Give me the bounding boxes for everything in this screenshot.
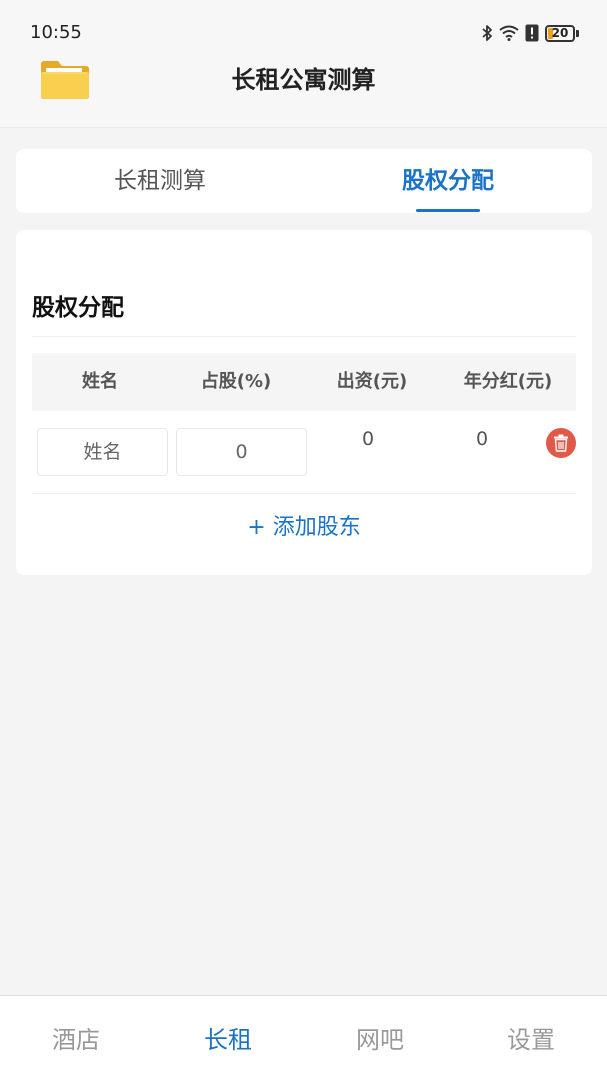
status-time: 10:55 [30,22,82,43]
wifi-icon [499,25,519,41]
tab-long-rent-calc[interactable]: 长租测算 [16,149,304,213]
delete-shareholder-button[interactable] [546,428,576,458]
battery-icon: 20 [545,24,579,42]
page-title: 长租公寓测算 [231,66,376,94]
active-tab-indicator [416,209,480,212]
equity-card: 股权分配 姓名 占股(%) 出资(元) 年分红(元) 姓名 0 0 0 + 添加… [16,230,592,575]
section-title: 股权分配 [32,295,124,321]
column-header-share: 占股(%) [200,371,272,392]
column-header-dividend: 年分红(元) [463,371,553,392]
alert-icon [525,24,539,42]
bottom-nav: 酒店 长租 网吧 设置 [0,995,607,1080]
nav-item-hotel[interactable]: 酒店 [0,996,152,1080]
tab-bar: 长租测算 股权分配 [16,149,592,213]
add-shareholder-button[interactable]: + 添加股东 [16,510,592,546]
column-header-name: 姓名 [82,371,118,392]
tab-equity-distribution[interactable]: 股权分配 [304,149,592,213]
column-header-capital: 出资(元) [336,371,408,392]
table-header: 姓名 占股(%) 出资(元) 年分红(元) [32,353,576,411]
share-input[interactable]: 0 [176,428,307,476]
nav-item-long-rent[interactable]: 长租 [152,996,304,1080]
status-icons: 20 [481,22,579,44]
capital-value: 0 [361,428,375,450]
bluetooth-icon [482,25,492,41]
trash-icon [554,434,568,452]
dividend-value: 0 [475,428,489,450]
battery-level: 20 [551,25,569,40]
divider [32,493,576,494]
nav-item-settings[interactable]: 设置 [455,996,607,1080]
nav-item-internet-cafe[interactable]: 网吧 [304,996,456,1080]
divider [32,336,576,337]
name-input[interactable]: 姓名 [37,428,168,476]
app-header: 10:55 20 长租公寓测算 [0,0,607,128]
